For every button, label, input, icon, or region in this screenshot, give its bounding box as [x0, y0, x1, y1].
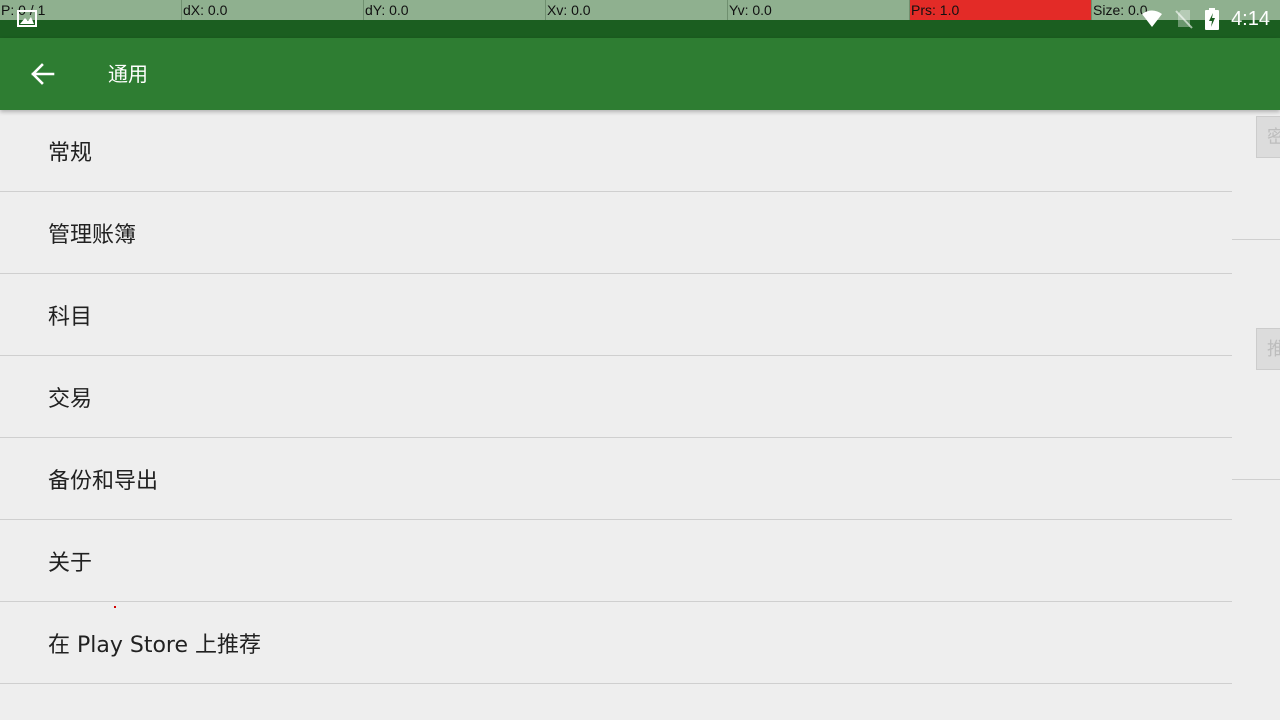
settings-item-general[interactable]: 常规 — [0, 110, 1232, 192]
back-button[interactable] — [20, 52, 64, 96]
settings-item-backup-export[interactable]: 备份和导出 — [0, 438, 1232, 520]
settings-item-label: 科目 — [48, 304, 93, 330]
touch-indicator-dot — [114, 606, 116, 608]
settings-item-recommend-play-store[interactable]: 在 Play Store 上推荐 — [0, 602, 1232, 684]
settings-item-label: 关于 — [48, 550, 93, 576]
pointer-yv: Yv: 0.0 — [728, 0, 910, 20]
right-pane: 密 推 — [1232, 110, 1280, 720]
settings-item-about[interactable]: 关于 — [0, 520, 1232, 602]
pointer-xv: Xv: 0.0 — [546, 0, 728, 20]
settings-item-label: 交易 — [48, 386, 93, 412]
status-bar: P: 0 / 1 dX: 0.0 dY: 0.0 Xv: 0.0 Yv: 0.0… — [0, 0, 1280, 38]
pointer-pressure: Prs: 1.0 — [910, 0, 1092, 20]
right-pane-tab-passcode[interactable]: 密 — [1256, 116, 1280, 158]
settings-item-transactions[interactable]: 交易 — [0, 356, 1232, 438]
pointer-dx: dX: 0.0 — [182, 0, 364, 20]
no-sim-icon — [1175, 10, 1193, 29]
settings-item-manage-books[interactable]: 管理账簿 — [0, 192, 1232, 274]
settings-item-label: 管理账簿 — [48, 222, 137, 248]
wifi-icon — [1142, 10, 1163, 27]
pointer-location-overlay: P: 0 / 1 dX: 0.0 dY: 0.0 Xv: 0.0 Yv: 0.0… — [0, 0, 1092, 20]
divider — [1232, 479, 1280, 480]
divider — [1232, 239, 1280, 240]
battery-charging-icon — [1205, 8, 1220, 30]
app-bar: 通用 — [0, 38, 1280, 110]
status-icons: 4:14 — [1141, 0, 1270, 38]
pointer-dy: dY: 0.0 — [364, 0, 546, 20]
arrow-left-icon — [31, 63, 55, 85]
settings-item-accounts[interactable]: 科目 — [0, 274, 1232, 356]
page-title: 通用 — [108, 62, 148, 86]
settings-list: 常规 管理账簿 科目 交易 备份和导出 关于 在 Play Store 上推荐 — [0, 110, 1232, 684]
clock: 4:14 — [1231, 8, 1270, 30]
settings-item-label: 常规 — [48, 140, 93, 166]
gallery-icon — [17, 10, 37, 27]
settings-item-label: 备份和导出 — [48, 468, 159, 494]
settings-item-label: 在 Play Store 上推荐 — [48, 632, 262, 658]
right-pane-tab-recommend[interactable]: 推 — [1256, 328, 1280, 370]
